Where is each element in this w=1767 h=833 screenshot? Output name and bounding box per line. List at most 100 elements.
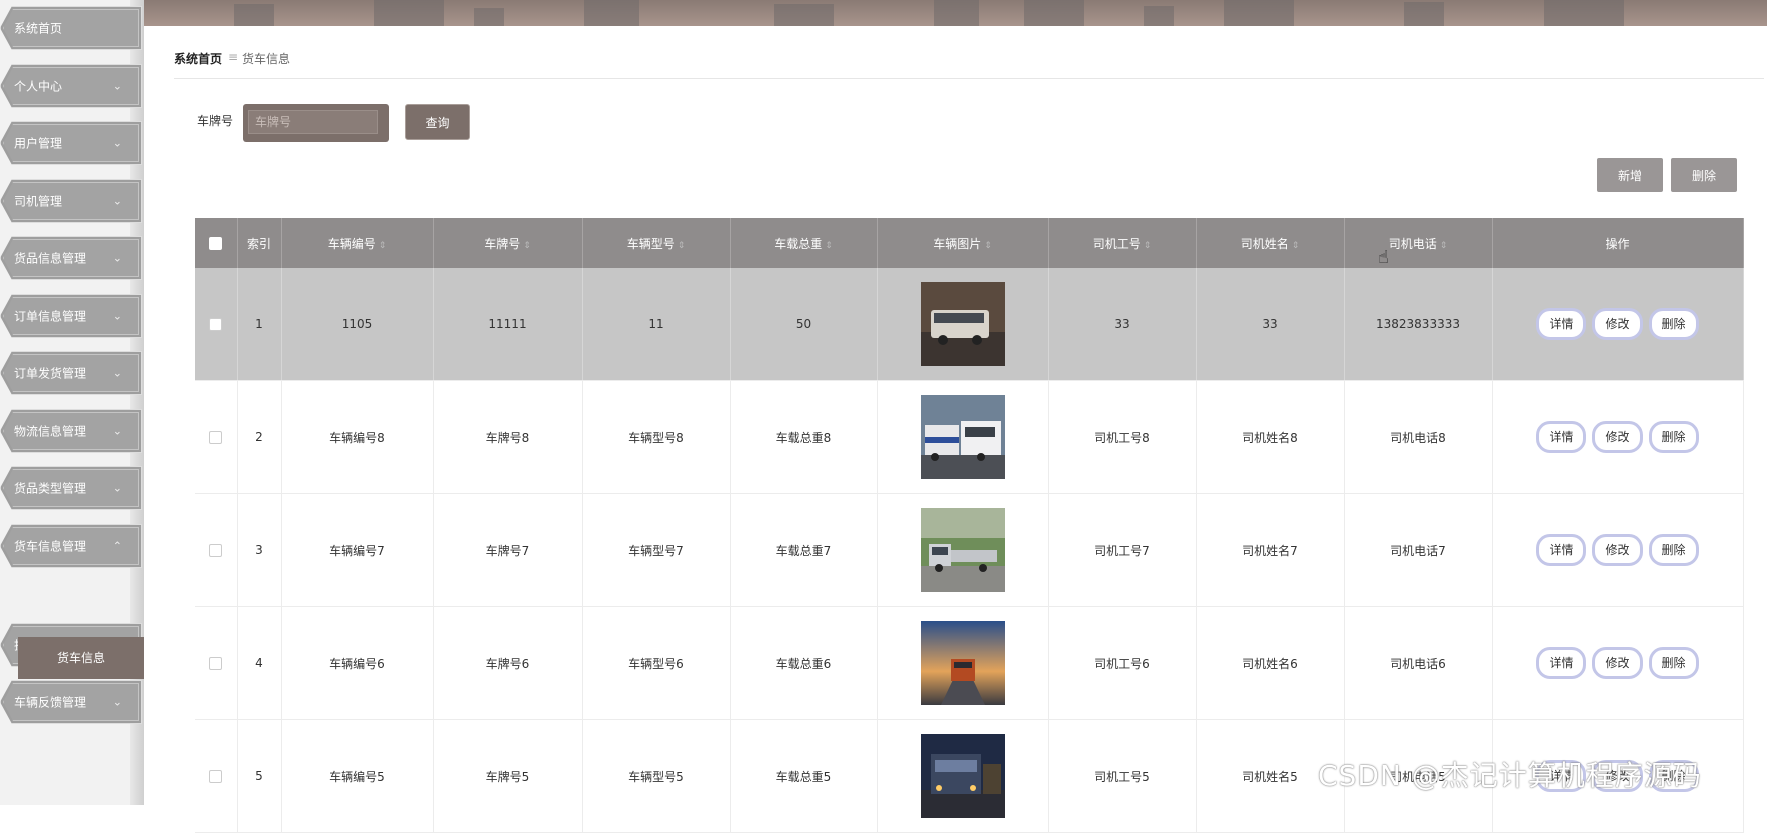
sidebar-item-label: 司机管理: [14, 194, 63, 209]
cell-plate: 车牌号7: [433, 493, 583, 607]
cell-vehicle-no: 1105: [281, 268, 434, 381]
table-row[interactable]: 3 车辆编号7 车牌号7 车辆型号7 车载总重7 司机工号7 司机姓名7 司机电话7 详情 修改删…: [195, 493, 1744, 607]
cell-driver-id: 司机工号6: [1048, 606, 1197, 720]
row-checkbox[interactable]: [195, 380, 238, 494]
row-checkbox[interactable]: [195, 719, 238, 833]
sidebar-item-label: 系统首页: [14, 21, 63, 36]
sidebar-item-0[interactable]: 系统首页: [0, 6, 142, 50]
cell-image[interactable]: [877, 268, 1049, 381]
cell-image[interactable]: [877, 606, 1049, 720]
row-checkbox[interactable]: [195, 268, 238, 381]
breadcrumb: 系统首页 ≡ 货车信息: [174, 44, 1764, 79]
table-row[interactable]: 2 车辆编号8 车牌号8 车辆型号8 车载总重8 司机工号8 司机姓名8 司机电话8 详情 修改删…: [195, 380, 1744, 494]
cell-vehicle-no: 车辆编号8: [281, 380, 434, 494]
batch-delete-button[interactable]: 删除: [1671, 158, 1737, 192]
chevron-icon: ⌃: [112, 539, 122, 553]
breadcrumb-separator-icon: ≡: [228, 50, 239, 64]
hand-cursor-icon: ☝: [1378, 247, 1389, 268]
cell-weight: 50: [730, 268, 878, 381]
cell-model: 车辆型号5: [582, 719, 731, 833]
col-header-weight[interactable]: 车载总重 ⇕: [730, 218, 878, 268]
submenu-item-truck-info[interactable]: 货车信息: [18, 637, 144, 679]
cell-driver-name: 33: [1196, 268, 1345, 381]
detail-button[interactable]: 详情: [1536, 308, 1587, 340]
cell-index: 3: [237, 493, 282, 607]
chevron-icon: ⌄: [112, 194, 122, 208]
chevron-icon: ⌄: [112, 79, 122, 93]
cell-actions: 详情 修改 删除: [1492, 268, 1744, 381]
chevron-icon: ⌄: [112, 366, 122, 380]
edit-button[interactable]: 修改: [1592, 647, 1643, 679]
cell-weight: 车载总重8: [730, 380, 878, 494]
cell-model: 11: [582, 268, 731, 381]
chevron-icon: ⌄: [112, 136, 122, 150]
cell-index: 1: [237, 268, 282, 381]
breadcrumb-home[interactable]: 系统首页: [174, 50, 222, 67]
sidebar-item-11[interactable]: 车辆反馈管理 ⌄: [0, 680, 142, 724]
col-header-driver-name[interactable]: 司机姓名 ⇕: [1196, 218, 1345, 268]
delete-button[interactable]: 删除: [1648, 421, 1699, 453]
cell-driver-phone: 司机电话6: [1344, 606, 1493, 720]
col-header-image[interactable]: 车辆图片 ⇕: [877, 218, 1049, 268]
cell-model: 车辆型号6: [582, 606, 731, 720]
chevron-icon: ⌄: [112, 695, 122, 709]
sidebar-item-3[interactable]: 司机管理 ⌄: [0, 179, 142, 223]
cell-model: 车辆型号7: [582, 493, 731, 607]
row-checkbox[interactable]: [195, 606, 238, 720]
sidebar-item-1[interactable]: 个人中心 ⌄: [0, 64, 142, 108]
sidebar-item-8[interactable]: 货品类型管理 ⌄: [0, 466, 142, 510]
watermark: CSDN @杰记计算机程序源码: [1318, 759, 1702, 792]
sidebar-item-6[interactable]: 订单发货管理 ⌄: [0, 351, 142, 395]
trucks-thumbnail: [920, 395, 1005, 479]
cell-weight: 车载总重7: [730, 493, 878, 607]
table-row[interactable]: 4 车辆编号6 车牌号6 车辆型号6 车载总重6 司机工号6 司机姓名6 司机电话6 详情 修改删…: [195, 606, 1744, 720]
sidebar-item-5[interactable]: 订单信息管理 ⌄: [0, 294, 142, 338]
sidebar-item-7[interactable]: 物流信息管理 ⌄: [0, 409, 142, 453]
cell-image[interactable]: [877, 719, 1049, 833]
sidebar-item-label: 货车信息管理: [14, 539, 87, 554]
search-label: 车牌号: [197, 114, 234, 128]
cell-weight: 车载总重5: [730, 719, 878, 833]
query-button[interactable]: 查询: [405, 104, 470, 140]
col-header-vehicle-no[interactable]: 车辆编号 ⇕: [281, 218, 434, 268]
chevron-icon: ⌄: [112, 251, 122, 265]
row-checkbox[interactable]: [195, 493, 238, 607]
select-all-checkbox[interactable]: [195, 218, 238, 268]
sidebar-item-4[interactable]: 货品信息管理 ⌄: [0, 236, 142, 280]
cell-driver-phone: 司机电话8: [1344, 380, 1493, 494]
add-button[interactable]: 新增: [1597, 158, 1663, 192]
col-header-driver-phone[interactable]: 司机电话 ⇕: [1344, 218, 1493, 268]
pickup-thumbnail: [920, 508, 1005, 592]
sort-icon: ⇕: [1291, 240, 1300, 251]
edit-button[interactable]: 修改: [1592, 421, 1643, 453]
col-header-driver-id[interactable]: 司机工号 ⇕: [1048, 218, 1197, 268]
detail-button[interactable]: 详情: [1536, 647, 1587, 679]
col-header-plate[interactable]: 车牌号 ⇕: [433, 218, 583, 268]
sort-icon: ⇕: [1143, 240, 1152, 251]
cell-actions: 详情 修改 删除: [1492, 493, 1744, 607]
cell-vehicle-no: 车辆编号7: [281, 493, 434, 607]
delete-button[interactable]: 删除: [1648, 534, 1699, 566]
delete-button[interactable]: 删除: [1648, 308, 1699, 340]
sidebar-item-label: 物流信息管理: [14, 424, 87, 439]
detail-button[interactable]: 详情: [1536, 421, 1587, 453]
edit-button[interactable]: 修改: [1592, 308, 1643, 340]
col-header-model[interactable]: 车辆型号 ⇕: [582, 218, 731, 268]
cell-driver-name: 司机姓名7: [1196, 493, 1345, 607]
table-header-row: 索引 车辆编号 ⇕ 车牌号 ⇕ 车辆型号 ⇕ 车载总重 ⇕ 车辆图片 ⇕ 司机工号 ⇕ 司机…: [195, 218, 1744, 268]
edit-button[interactable]: 修改: [1592, 534, 1643, 566]
cell-plate: 车牌号6: [433, 606, 583, 720]
sort-icon: ⇕: [1439, 240, 1448, 251]
detail-button[interactable]: 详情: [1536, 534, 1587, 566]
cell-index: 4: [237, 606, 282, 720]
sidebar-item-2[interactable]: 用户管理 ⌄: [0, 121, 142, 165]
cell-driver-phone: 司机电话7: [1344, 493, 1493, 607]
sidebar-item-9[interactable]: 货车信息管理 ⌃: [0, 524, 142, 568]
cell-model: 车辆型号8: [582, 380, 731, 494]
table-row[interactable]: 1 1105 11111 11 50 33 33 13823833333 详情 修改 删除: [195, 268, 1744, 381]
chevron-icon: ⌄: [112, 309, 122, 323]
cell-image[interactable]: [877, 493, 1049, 607]
plate-search-input[interactable]: [248, 110, 378, 134]
delete-button[interactable]: 删除: [1648, 647, 1699, 679]
cell-image[interactable]: [877, 380, 1049, 494]
